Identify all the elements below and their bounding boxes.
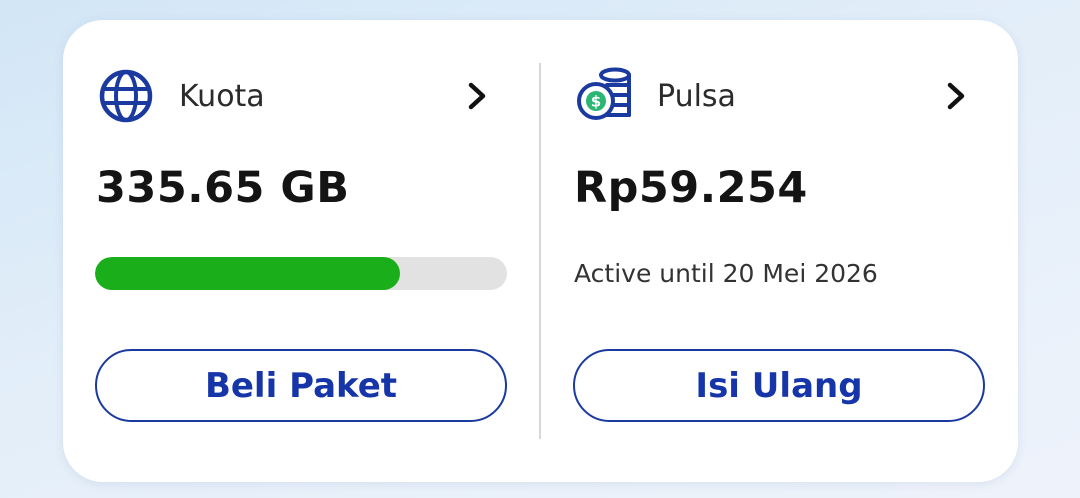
- pulsa-chevron-right-icon[interactable]: [943, 81, 969, 111]
- pulsa-value: Rp59.254: [574, 163, 808, 213]
- kuota-chevron-right-icon[interactable]: [464, 81, 490, 111]
- kuota-label: Kuota: [179, 79, 265, 114]
- coins-dollar-icon: $: [577, 67, 631, 120]
- kuota-progress-bar: [95, 257, 507, 290]
- pulsa-label: Pulsa: [657, 79, 736, 114]
- kuota-progress-fill: [95, 257, 400, 290]
- pulsa-active-until: Active until 20 Mei 2026: [574, 259, 878, 288]
- svg-text:$: $: [591, 93, 601, 111]
- kuota-value: 335.65 GB: [96, 163, 350, 213]
- globe-icon: [99, 69, 153, 123]
- isi-ulang-button[interactable]: Isi Ulang: [573, 349, 985, 422]
- section-divider: [539, 63, 541, 439]
- beli-paket-button[interactable]: Beli Paket: [95, 349, 507, 422]
